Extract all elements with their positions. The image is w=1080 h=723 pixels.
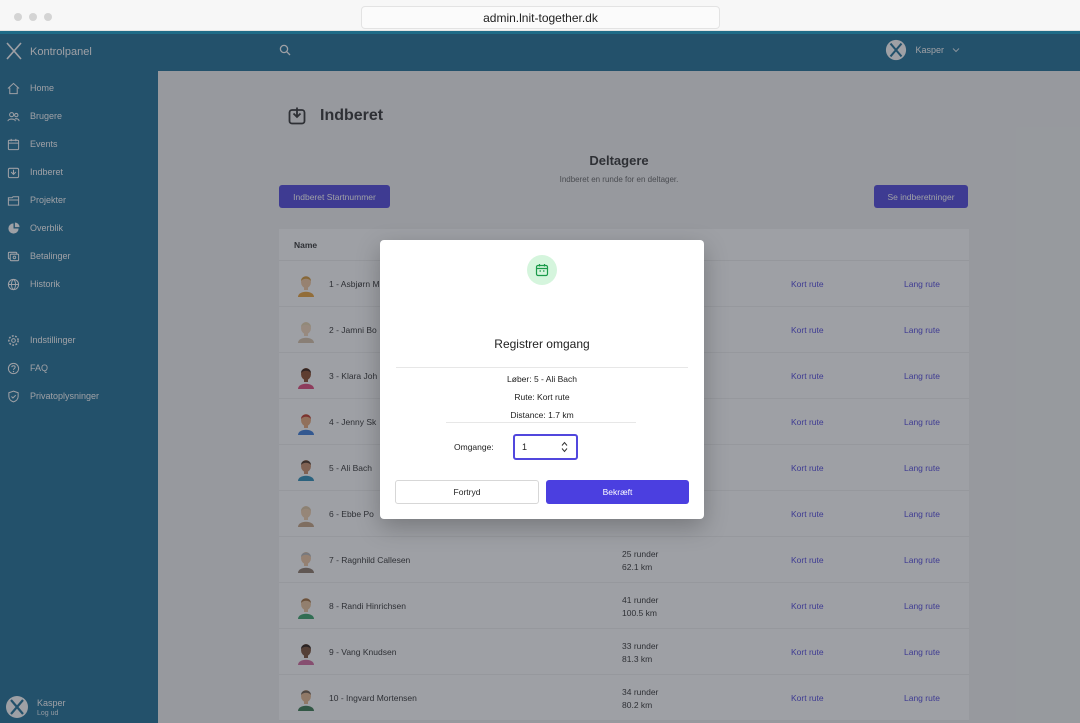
distance-info: Distance: 1.7 km [510, 410, 574, 420]
minimize-window-dot[interactable] [29, 13, 37, 21]
laps-input[interactable] [522, 440, 558, 454]
confirm-button[interactable]: Bekræft [546, 480, 689, 504]
runner-info: Løber: 5 - Ali Bach [507, 374, 577, 384]
cancel-button[interactable]: Fortryd [395, 480, 539, 504]
route-info: Rute: Kort rute [514, 392, 570, 402]
browser-chrome: admin.lnit-together.dk [0, 0, 1080, 31]
window-controls [14, 13, 52, 21]
divider [446, 422, 636, 423]
dialog-icon-circle [527, 255, 557, 285]
divider [396, 367, 688, 368]
address-bar[interactable]: admin.lnit-together.dk [361, 6, 720, 29]
laps-stepper[interactable] [513, 434, 578, 460]
spinner-arrows-icon[interactable] [561, 441, 568, 453]
register-lap-dialog: Registrer omgang Løber: 5 - Ali Bach Rut… [380, 240, 704, 519]
dialog-title: Registrer omgang [494, 337, 590, 351]
calendar-icon [535, 264, 549, 277]
maximize-window-dot[interactable] [44, 13, 52, 21]
close-window-dot[interactable] [14, 13, 22, 21]
laps-label: Omgange: [454, 442, 494, 452]
